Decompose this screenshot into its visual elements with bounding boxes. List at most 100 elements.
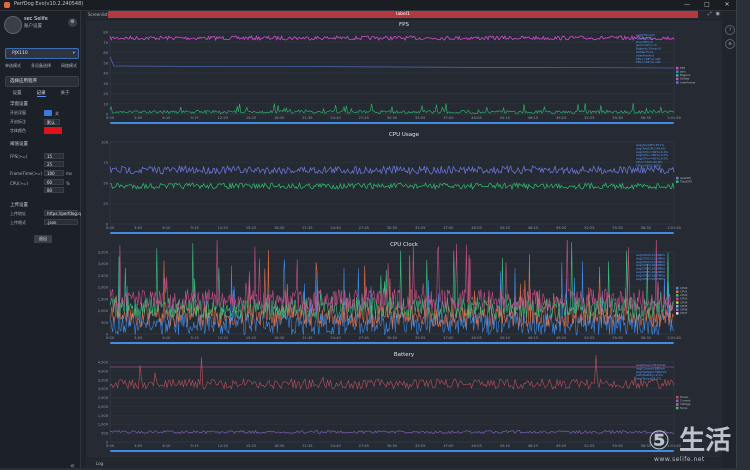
minimize-icon[interactable]: — xyxy=(682,0,692,10)
float-toggle-text: 关 xyxy=(55,111,59,116)
y-tick-label: 80 xyxy=(103,31,108,35)
threshold-field[interactable]: 100 xyxy=(44,170,64,176)
x-tick-label: 12:20 xyxy=(218,336,229,340)
legend-swatch[interactable] xyxy=(676,74,679,77)
x-tick-label: 12:20 xyxy=(218,226,229,230)
gear-icon[interactable]: ⚙ xyxy=(68,18,77,27)
y-tick-label: 1,500 xyxy=(98,297,109,301)
x-tick-label: 33:55 xyxy=(415,444,425,448)
legend-swatch[interactable] xyxy=(676,77,679,81)
x-tick-label: 33:55 xyxy=(415,116,425,120)
x-tick-label: 27:45 xyxy=(359,444,369,448)
legend-swatch[interactable] xyxy=(676,81,679,84)
legend-label[interactable]: CPU7 xyxy=(680,311,688,315)
x-tick-label: 6:10 xyxy=(162,444,171,448)
threshold-field[interactable]: 15 xyxy=(44,153,64,159)
float-row-label: 开启标注 xyxy=(10,119,26,124)
x-tick-label: 21:35 xyxy=(302,444,312,448)
legend-swatch[interactable] xyxy=(676,396,679,399)
x-tick-label: 37:00 xyxy=(443,336,454,340)
time-scrollbar[interactable] xyxy=(110,342,674,344)
legend-swatch[interactable] xyxy=(676,294,679,297)
device-link-network[interactable]: 网络模式 xyxy=(61,63,77,69)
upload-address-field[interactable]: https://perfdog.q xyxy=(44,210,81,216)
x-tick-label: 15:25 xyxy=(246,336,256,340)
legend-swatch[interactable] xyxy=(676,312,679,315)
legend-swatch[interactable] xyxy=(676,304,679,308)
time-scrollbar[interactable] xyxy=(110,122,674,124)
help-icon[interactable]: ? xyxy=(725,25,735,35)
float-toggle[interactable] xyxy=(44,110,52,116)
y-tick-label: 2,500 xyxy=(98,274,109,278)
x-tick-label: 49:20 xyxy=(556,336,567,340)
y-tick-label: 10 xyxy=(103,102,108,106)
close-icon[interactable]: ✕ xyxy=(722,0,732,10)
x-tick-label: 58:35 xyxy=(641,116,651,120)
x-tick-label: 40:05 xyxy=(471,226,481,230)
legend-swatch[interactable] xyxy=(676,70,679,74)
legend-swatch[interactable] xyxy=(676,297,679,301)
avatar[interactable] xyxy=(4,16,22,34)
legend-swatch[interactable] xyxy=(676,176,679,180)
tab-record[interactable]: 记录 xyxy=(36,90,46,97)
logout-button[interactable]: 退出 xyxy=(34,235,52,243)
x-tick-label: 21:35 xyxy=(302,336,312,340)
label-tab[interactable]: label1 xyxy=(108,11,698,18)
time-scrollbar[interactable] xyxy=(110,232,674,234)
log-button[interactable]: Log xyxy=(96,459,103,468)
legend-swatch[interactable] xyxy=(676,301,679,304)
float-mark-select[interactable]: 默认 xyxy=(44,119,60,125)
legend-label[interactable]: TotalCPU xyxy=(679,180,692,184)
threshold-field[interactable]: 25 xyxy=(44,161,64,167)
x-tick-label: 58:35 xyxy=(641,336,651,340)
y-tick-label: 1,000 xyxy=(98,309,109,313)
threshold-field[interactable]: 60 xyxy=(44,179,64,185)
legend-swatch[interactable] xyxy=(676,308,679,312)
maximize-icon[interactable]: □ xyxy=(702,0,712,10)
y-tick-label: 3,000 xyxy=(98,262,109,266)
settings-icon[interactable]: ⚙ xyxy=(725,39,735,49)
x-tick-label: 30:50 xyxy=(387,336,398,340)
x-tick-label: 40:05 xyxy=(471,116,481,120)
chevron-down-icon: ▾ xyxy=(72,51,75,56)
y-tick-label: 50 xyxy=(103,61,108,65)
x-tick-label: 46:15 xyxy=(528,444,538,448)
legend-label[interactable]: InterFrame xyxy=(680,80,696,84)
device-link-multi[interactable]: 多设备选择 xyxy=(31,63,51,69)
x-tick-label: 15:25 xyxy=(246,226,256,230)
x-tick-label: 55:30 xyxy=(612,336,623,340)
device-link-single[interactable]: 单选模式 xyxy=(5,63,21,69)
tab-about[interactable]: 关于 xyxy=(61,90,70,97)
legend-swatch[interactable] xyxy=(676,403,679,406)
legend-swatch[interactable] xyxy=(676,406,679,410)
legend-label[interactable]: Temp xyxy=(679,406,688,410)
upload-format-select[interactable]: .json xyxy=(44,219,78,225)
stat-label: FPS>=25(%):100 xyxy=(636,60,661,64)
y-tick-label: 25 xyxy=(103,202,108,206)
eye-icon[interactable]: ◉ xyxy=(716,11,720,17)
float-row-label: 字体颜色 xyxy=(10,128,26,133)
legend-swatch[interactable] xyxy=(676,399,679,403)
legend-swatch[interactable] xyxy=(676,286,679,290)
legend-swatch[interactable] xyxy=(676,66,679,70)
account-settings-link[interactable]: 账户设置 xyxy=(24,23,42,29)
x-tick-label: 18:30 xyxy=(274,116,285,120)
legend-swatch[interactable] xyxy=(676,180,679,184)
fit-icon[interactable]: ⤢ xyxy=(708,11,712,17)
y-tick-label: 3,500 xyxy=(98,251,109,255)
x-tick-label: 49:20 xyxy=(556,444,567,448)
x-tick-label: 1:01:40 xyxy=(667,336,682,340)
float-row-label: 开启浮窗 xyxy=(10,110,26,115)
threshold-field[interactable]: 80 xyxy=(44,187,64,193)
app-select[interactable]: 选择应用程序 xyxy=(5,76,79,87)
tab-settings[interactable]: 设置 xyxy=(13,90,22,97)
collapse-sidebar-icon[interactable]: « xyxy=(70,461,75,470)
y-tick-label: 4,000 xyxy=(98,369,109,373)
time-scrollbar[interactable] xyxy=(110,450,674,452)
device-select[interactable]: PJX110 ▾ xyxy=(5,48,79,59)
screenlist-label[interactable]: Screenlist xyxy=(88,12,108,17)
legend-swatch[interactable] xyxy=(676,290,679,294)
font-color-swatch[interactable] xyxy=(44,127,62,134)
x-tick-label: 3:05 xyxy=(134,116,142,120)
y-tick-label: 30 xyxy=(103,82,108,86)
